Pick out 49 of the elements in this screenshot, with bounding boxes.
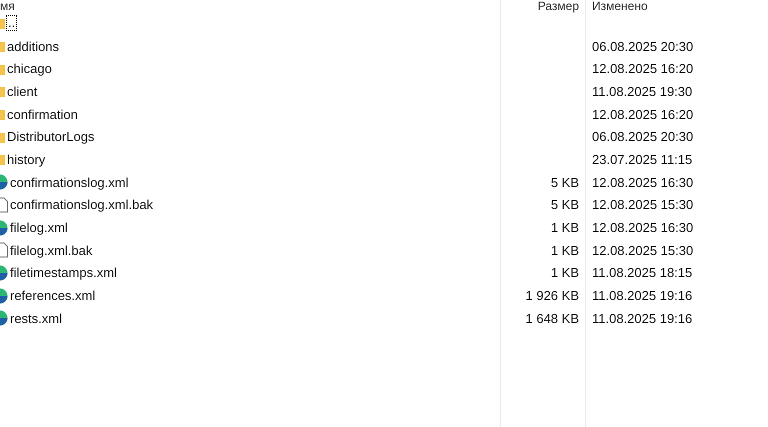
file-name[interactable]: DistributorLogs [7, 129, 94, 144]
modified-date: 12.08.2025 16:30 [592, 174, 694, 190]
file-size: 1 KB [550, 220, 579, 236]
file-name[interactable]: filelog.xml [10, 220, 68, 236]
folder-icon [0, 85, 5, 98]
file-name[interactable]: history [7, 152, 46, 167]
folder-icon [0, 153, 5, 166]
folder-icon [0, 40, 5, 52]
file-name[interactable]: filelog.xml.bak [10, 242, 92, 258]
file-name[interactable]: rests.xml [10, 310, 62, 326]
globe-icon [0, 174, 8, 190]
file-size: 1 926 KB [526, 288, 579, 304]
folder-icon [0, 17, 5, 30]
column-header[interactable]: мя [0, 0, 500, 12]
globe-icon [0, 220, 8, 236]
file-size: 5 KB [550, 174, 579, 190]
file-size: 1 648 KB [526, 310, 579, 326]
folder-icon [0, 62, 5, 75]
modified-date: 06.08.2025 20:30 [592, 129, 694, 144]
modified-date: 12.08.2025 16:20 [592, 106, 694, 122]
file-name[interactable]: additions [7, 38, 60, 54]
file-size: 5 KB [550, 197, 579, 212]
modified-date: 06.08.2025 20:30 [592, 38, 694, 54]
folder-icon [0, 108, 5, 120]
folder-icon [0, 130, 5, 143]
modified-date: 12.08.2025 15:30 [592, 197, 694, 212]
modified-date: 12.08.2025 16:30 [592, 220, 694, 236]
file-name[interactable]: confirmationslog.xml [10, 174, 128, 190]
modified-date: 11.08.2025 19:16 [592, 310, 692, 326]
file-name[interactable]: confirmation [7, 106, 78, 122]
file-name[interactable]: .. [7, 16, 16, 30]
file-name[interactable]: chicago [7, 61, 52, 76]
globe-icon [0, 310, 8, 326]
file-name[interactable]: client [7, 84, 38, 99]
modified-date: 23.07.2025 11:15 [592, 152, 692, 167]
column-header[interactable]: Размер [501, 0, 585, 12]
modified-date: 12.08.2025 16:20 [592, 61, 694, 76]
column-header[interactable]: Изменено [586, 0, 768, 12]
file-name[interactable]: confirmationslog.xml.bak [10, 197, 154, 212]
modified-date: 11.08.2025 19:16 [592, 288, 692, 304]
file-name[interactable]: references.xml [10, 288, 96, 304]
file-size: 1 KB [550, 242, 579, 258]
modified-date: 11.08.2025 19:30 [592, 84, 692, 99]
globe-icon [0, 264, 8, 281]
globe-icon [0, 288, 8, 304]
modified-date: 11.08.2025 18:15 [592, 265, 692, 280]
modified-date: 12.08.2025 15:30 [592, 242, 694, 258]
file-size: 1 KB [550, 265, 579, 280]
file-name[interactable]: filetimestamps.xml [10, 265, 117, 280]
